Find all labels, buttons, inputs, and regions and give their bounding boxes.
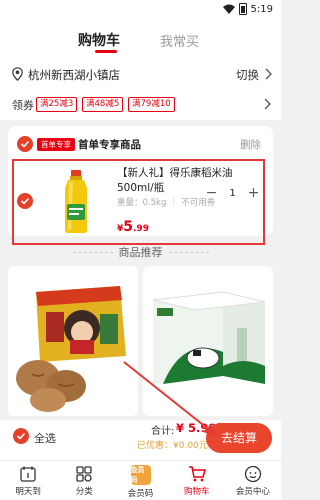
wifi-icon (222, 4, 235, 14)
highlight-frame (12, 159, 265, 245)
first-order-badge: 首单专享 (37, 138, 75, 151)
product-image-milk-box (143, 266, 273, 416)
divider (168, 251, 209, 253)
recommend-header: 商品推荐 (0, 242, 281, 262)
nav-member-center[interactable]: 会员中心 (225, 461, 281, 500)
battery-icon (238, 3, 247, 15)
coupon-tag[interactable]: 满48减5 (82, 97, 124, 112)
status-icons: 5:19 (222, 3, 273, 15)
status-time: 5:19 (250, 3, 273, 15)
nav-category[interactable]: 分类 (56, 461, 112, 500)
select-all-checkbox[interactable] (13, 428, 29, 444)
vip-code-icon: 会员码 (130, 465, 151, 485)
checkmark-icon (20, 140, 30, 148)
tab-active-indicator (95, 50, 117, 53)
recommend-card[interactable] (143, 266, 273, 416)
header (0, 20, 281, 60)
chevron-right-icon (264, 98, 271, 110)
nav-label: 明天到 (15, 487, 41, 497)
checkmark-icon (16, 432, 26, 440)
switch-store-button[interactable]: 切换 (236, 67, 259, 83)
discount-text: 已优惠：¥0.00元 (137, 441, 208, 451)
location-pin-icon (12, 67, 23, 81)
coupon-tag[interactable]: 满79减10 (128, 97, 175, 112)
nav-label: 会员码 (127, 489, 154, 499)
product-image-nut-giftbox (8, 266, 138, 416)
recommend-title: 商品推荐 (118, 246, 163, 259)
checkout-button[interactable]: 去结算 (206, 423, 272, 453)
bottom-nav: 明天到 分类 会员码 会员码 购物车 会员中心 (0, 460, 281, 500)
nav-label: 分类 (75, 487, 93, 497)
nav-label: 购物车 (183, 487, 210, 497)
divider (72, 251, 113, 253)
select-all-label[interactable]: 全选 (34, 430, 56, 446)
section-checkbox[interactable] (17, 136, 33, 152)
recommend-card[interactable] (8, 266, 138, 416)
section-title: 首单专享商品 (78, 139, 141, 151)
nav-cart[interactable]: 购物车 (169, 461, 225, 500)
coupon-tag[interactable]: 满25减3 (36, 97, 78, 112)
delete-button[interactable]: 删除 (240, 137, 261, 152)
store-address: 杭州新西湖小镇店 (28, 68, 120, 82)
user-icon (244, 465, 262, 483)
cart-icon (188, 466, 206, 482)
total-label: 合计: (151, 426, 175, 437)
tab-usual[interactable]: 我常买 (160, 31, 199, 50)
chevron-right-icon (265, 68, 272, 80)
calendar-icon (20, 466, 36, 482)
nav-member-code[interactable]: 会员码 会员码 (112, 461, 168, 500)
nav-label: 会员中心 (235, 487, 270, 497)
nav-tomorrow[interactable]: 明天到 (0, 461, 56, 500)
coupon-label: 领券 (12, 99, 34, 112)
grid-icon (76, 466, 92, 482)
tab-cart[interactable]: 购物车 (78, 30, 120, 50)
